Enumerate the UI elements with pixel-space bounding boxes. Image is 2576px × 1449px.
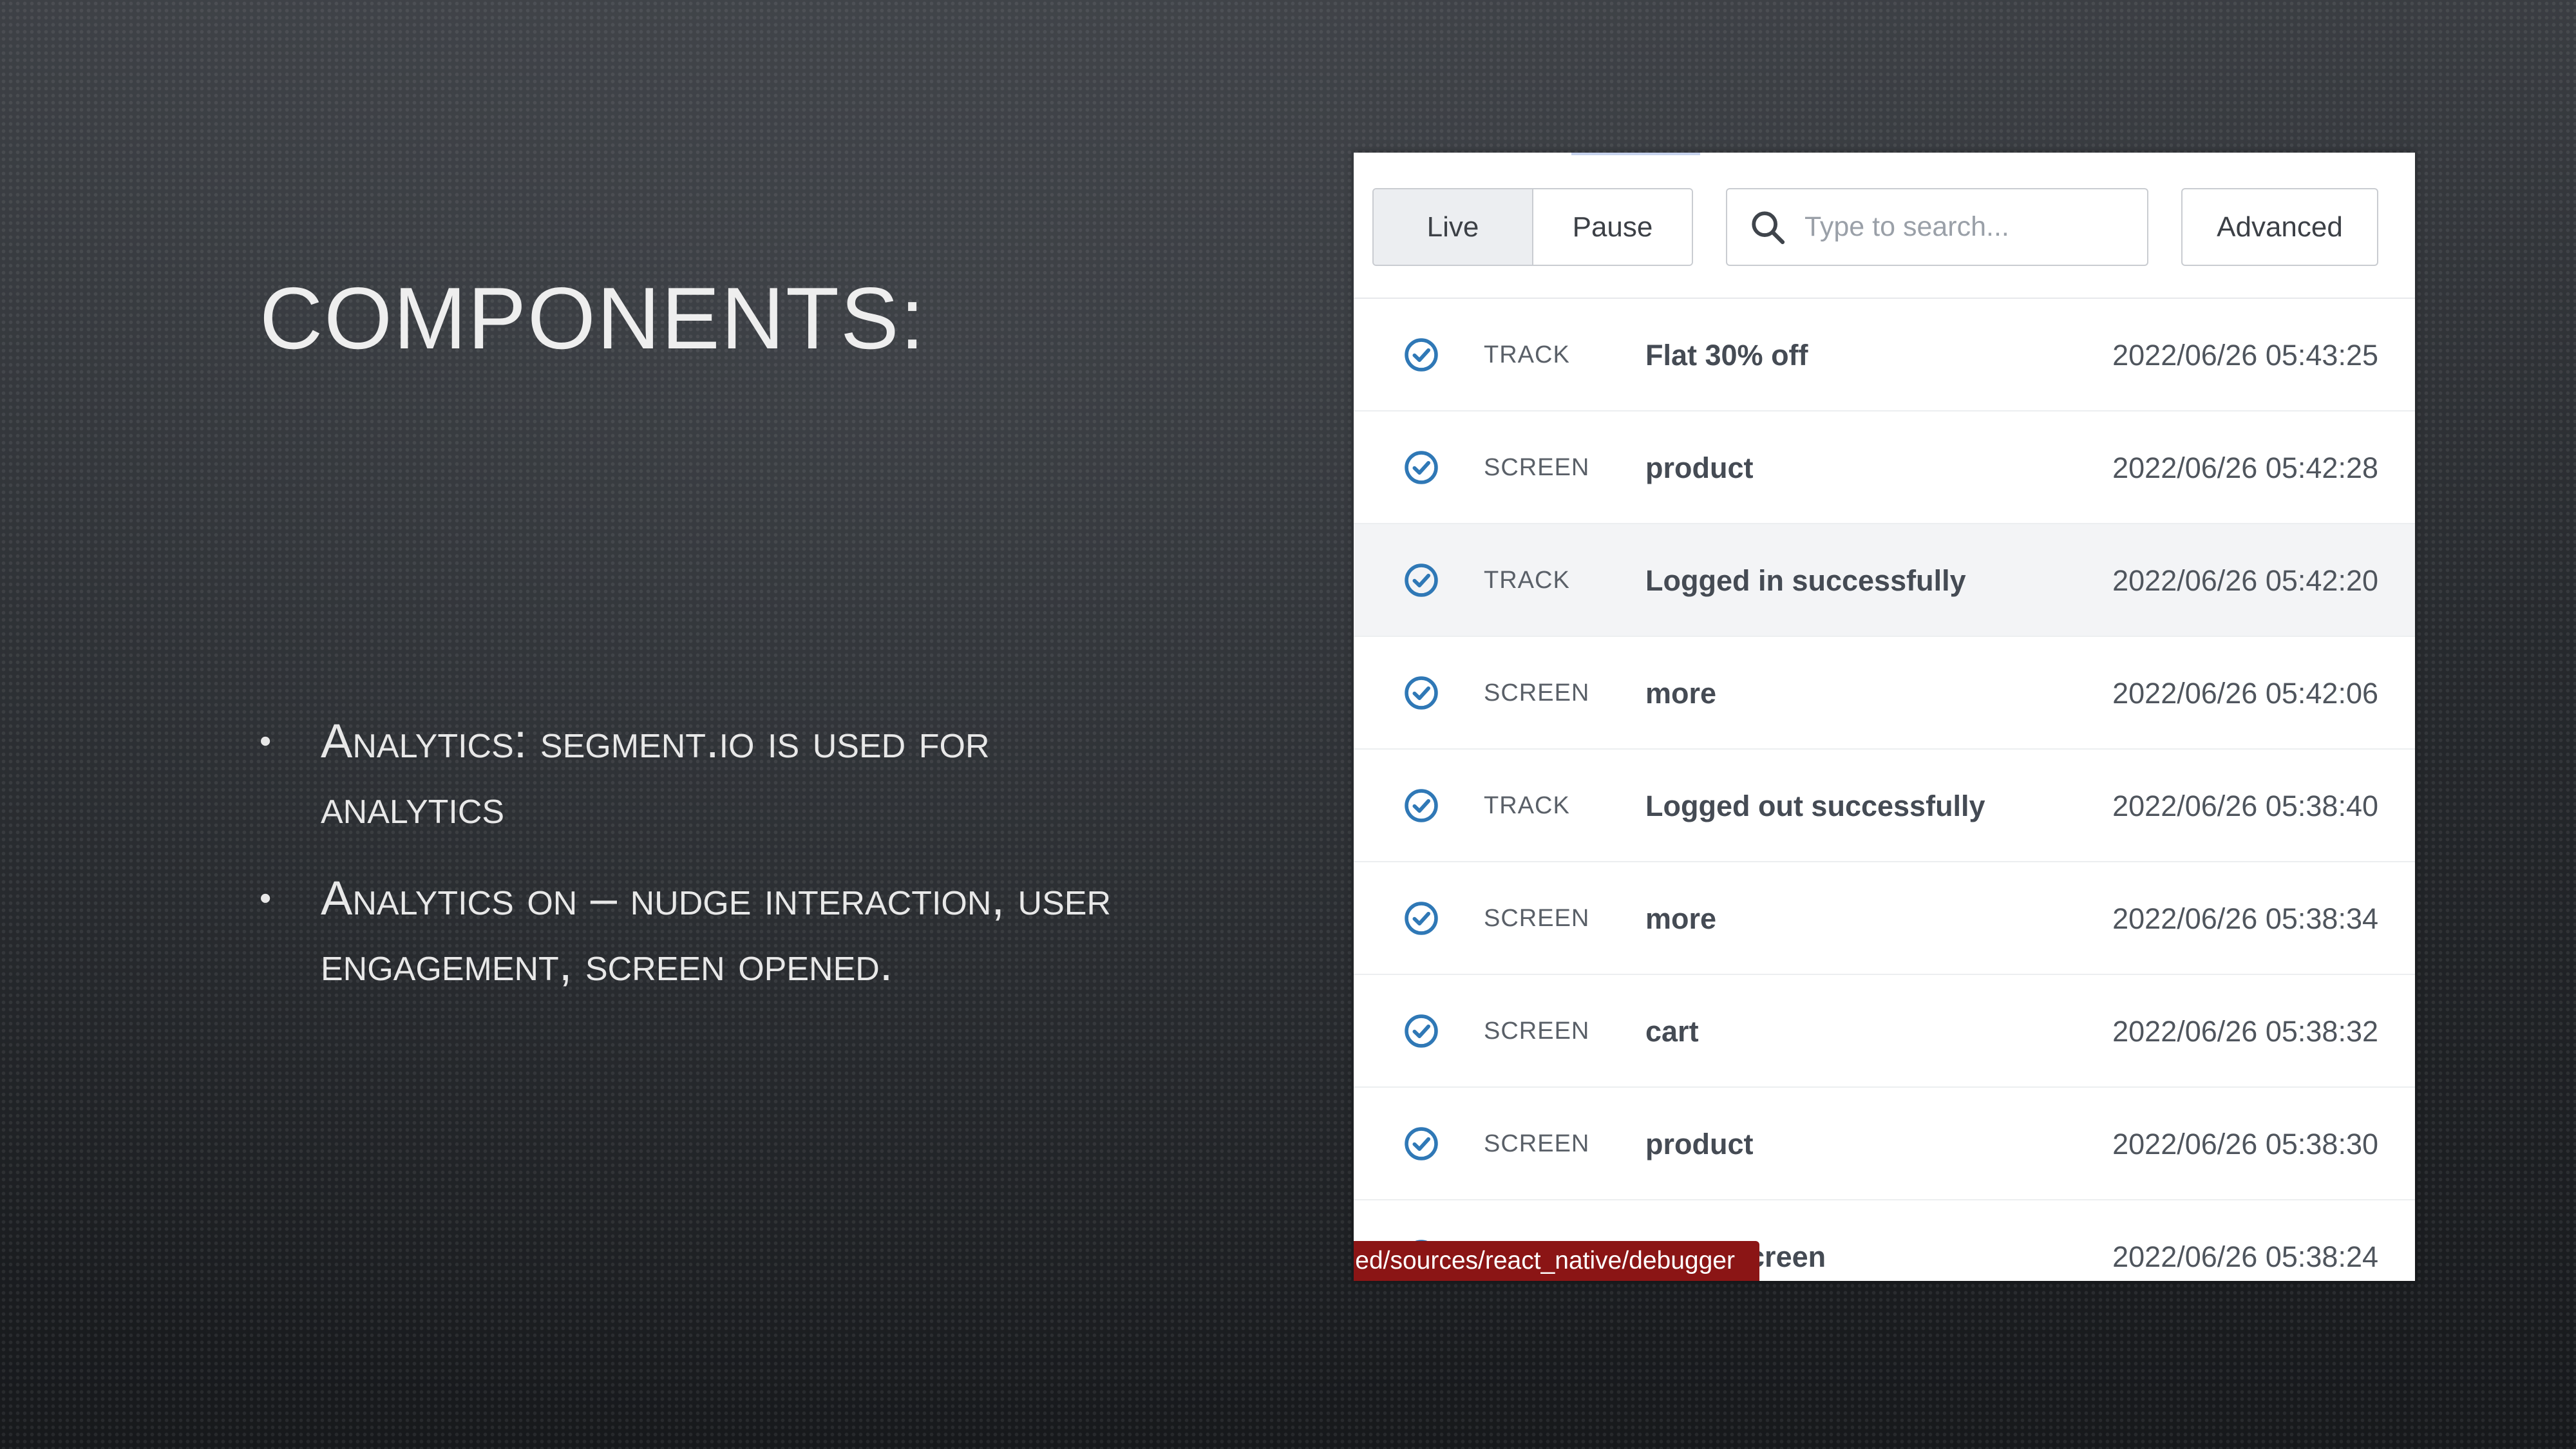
event-row[interactable]: SCREEN cart 2022/06/26 05:38:32 (1354, 975, 2415, 1088)
debugger-toolbar: Live Pause Advanced (1354, 153, 2415, 299)
live-button[interactable]: Live (1374, 189, 1532, 265)
bullet-text: Analytics on – nudge interaction, user e… (321, 871, 1112, 990)
check-circle-icon (1405, 338, 1438, 372)
event-row[interactable]: TRACK Logged in successfully 2022/06/26 05… (1354, 524, 2415, 637)
event-type: SCREEN (1484, 905, 1590, 932)
bullet-list: • Analytics: segment.io is used for anal… (260, 708, 1148, 1023)
event-type: SCREEN (1484, 1130, 1590, 1157)
event-type: SCREEN (1484, 1018, 1590, 1045)
event-name: product (1645, 1128, 1754, 1160)
check-circle-icon (1405, 451, 1438, 484)
bullet-dot: • (260, 880, 272, 917)
event-row[interactable]: TRACK Logged out successfully 2022/06/26 0… (1354, 750, 2415, 862)
bullet-item: • Analytics: segment.io is used for anal… (260, 708, 1148, 840)
event-name: product (1645, 451, 1754, 484)
check-circle-icon (1405, 1014, 1438, 1048)
event-timestamp: 2022/06/26 05:43:25 (2112, 339, 2378, 372)
pause-button[interactable]: Pause (1532, 189, 1692, 265)
event-type: SCREEN (1484, 679, 1590, 706)
event-timestamp: 2022/06/26 05:42:28 (2112, 451, 2378, 484)
event-row[interactable]: SCREEN product 2022/06/26 05:42:28 (1354, 412, 2415, 524)
event-type: TRACK (1484, 341, 1570, 368)
event-row[interactable]: SCREEN product 2022/06/26 05:38:30 (1354, 1088, 2415, 1200)
bullet-text: Analytics: segment.io is used for analyt… (321, 714, 990, 833)
url-tooltip: ed/sources/react_native/debugger (1354, 1241, 1759, 1281)
event-name: Logged in successfully (1645, 564, 1966, 597)
check-circle-icon (1405, 1127, 1438, 1160)
event-name: more (1645, 902, 1717, 935)
event-timestamp: 2022/06/26 05:38:30 (2112, 1128, 2378, 1160)
event-name: Logged out successfully (1645, 790, 1985, 822)
segment-debugger-panel: Live Pause Advanced TRACK Flat 30% off 202… (1354, 153, 2415, 1281)
url-tooltip-text: ed/sources/react_native/debugger (1355, 1247, 1735, 1274)
event-type: SCREEN (1484, 454, 1590, 481)
bullet-item: • Analytics on – nudge interaction, user… (260, 866, 1148, 997)
event-row[interactable]: SCREEN more 2022/06/26 05:38:34 (1354, 862, 2415, 975)
event-timestamp: 2022/06/26 05:38:34 (2112, 902, 2378, 935)
search-input[interactable] (1804, 211, 2126, 243)
event-name: cart (1645, 1015, 1699, 1048)
advanced-button[interactable]: Advanced (2181, 188, 2378, 266)
event-timestamp: 2022/06/26 05:38:40 (2112, 790, 2378, 822)
event-name: Flat 30% off (1645, 339, 1808, 372)
event-list: TRACK Flat 30% off 2022/06/26 05:43:25 SCRE… (1354, 299, 2415, 1281)
event-type: TRACK (1484, 567, 1570, 594)
event-timestamp: 2022/06/26 05:42:06 (2112, 677, 2378, 710)
event-name: more (1645, 677, 1717, 710)
bullet-dot: • (260, 723, 272, 760)
event-timestamp: 2022/06/26 05:38:32 (2112, 1015, 2378, 1048)
check-circle-icon (1405, 676, 1438, 710)
check-circle-icon (1405, 789, 1438, 822)
check-circle-icon (1405, 902, 1438, 935)
event-timestamp: 2022/06/26 05:38:24 (2112, 1240, 2378, 1273)
slide-title: Components: (260, 269, 926, 367)
search-icon (1752, 211, 1785, 244)
check-circle-icon (1405, 564, 1438, 597)
event-type: TRACK (1484, 792, 1570, 819)
event-timestamp: 2022/06/26 05:42:20 (2112, 564, 2378, 597)
live-pause-toggle: Live Pause (1372, 188, 1693, 266)
event-row[interactable]: TRACK Flat 30% off 2022/06/26 05:43:25 (1354, 299, 2415, 412)
search-box[interactable] (1726, 188, 2148, 266)
event-row[interactable]: SCREEN more 2022/06/26 05:42:06 (1354, 637, 2415, 750)
